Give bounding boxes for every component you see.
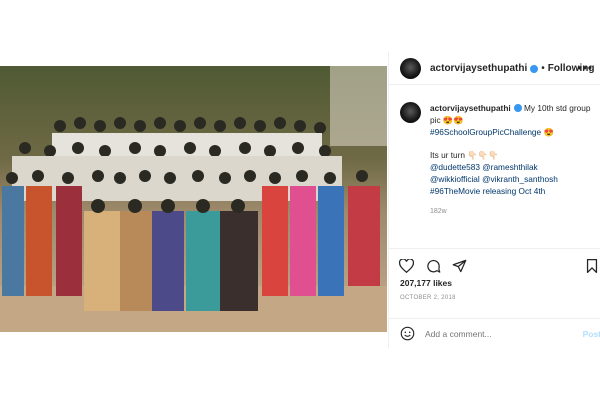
avatar[interactable] bbox=[400, 57, 421, 79]
hashtag-link[interactable]: #96TheMovie releasing Oct 4th bbox=[430, 185, 595, 197]
caption-username[interactable]: actorvijaysethupathi bbox=[430, 103, 511, 113]
caption: actorvijaysethupathi My 10th std group p… bbox=[400, 102, 595, 218]
bookmark-icon[interactable] bbox=[586, 259, 598, 273]
mention-line[interactable]: @wikkiofficial @vikranth_santhosh bbox=[430, 173, 595, 185]
caption-verified-icon bbox=[513, 104, 522, 112]
comment-time: 182w bbox=[430, 208, 447, 215]
caption-avatar[interactable] bbox=[400, 102, 421, 123]
action-bar bbox=[389, 248, 600, 276]
comment-input[interactable] bbox=[425, 328, 565, 339]
username-link[interactable]: actorvijaysethupathi bbox=[430, 63, 527, 74]
group-photo-image bbox=[0, 66, 387, 332]
comment-bar: Post bbox=[389, 318, 600, 348]
post-side-panel: actorvijaysethupathi • Following ••• act… bbox=[388, 52, 600, 348]
post-comment-button[interactable]: Post bbox=[583, 329, 600, 339]
mention-line[interactable]: @dudette583 @rameshthilak bbox=[430, 161, 595, 173]
caption-turn: Its ur turn 👇🏻👇🏻👇🏻 bbox=[430, 150, 499, 160]
send-icon[interactable] bbox=[452, 259, 467, 273]
more-horizontal-icon[interactable]: ••• bbox=[577, 61, 593, 75]
comment-icon[interactable] bbox=[426, 259, 441, 274]
post-photo[interactable] bbox=[0, 66, 387, 332]
likes-count[interactable]: 207,177 likes bbox=[400, 278, 452, 288]
verified-icon bbox=[530, 65, 539, 73]
post-header: actorvijaysethupathi • Following ••• bbox=[389, 52, 600, 85]
post-date: OCTOBER 2, 2018 bbox=[400, 295, 456, 301]
hashtag-link[interactable]: #96SchoolGroupPicChallenge 😍 bbox=[430, 126, 595, 138]
heart-icon[interactable] bbox=[399, 259, 414, 273]
smiley-icon[interactable] bbox=[400, 326, 415, 341]
separator-dot: • bbox=[541, 62, 545, 74]
